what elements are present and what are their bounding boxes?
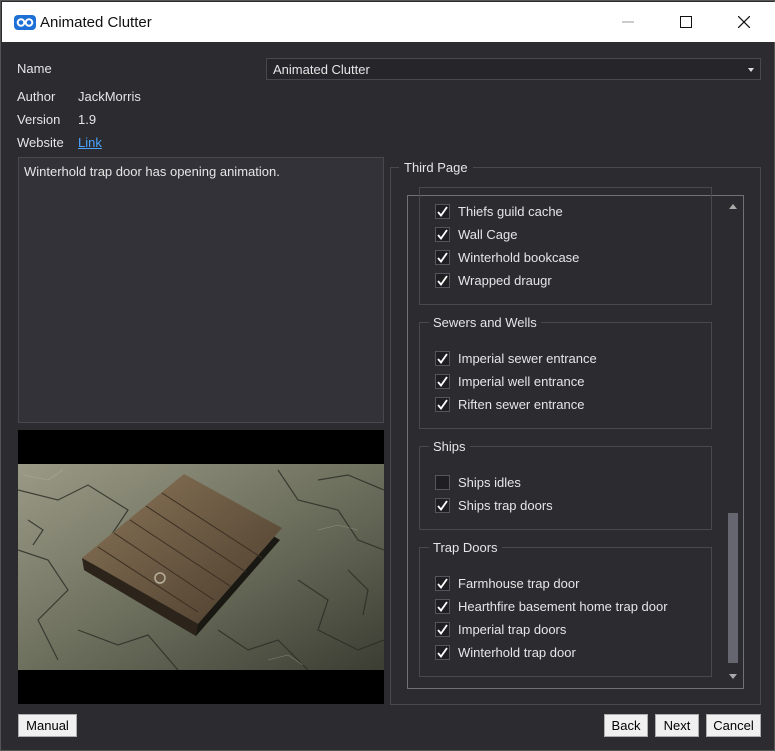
- checkmark-icon: [437, 251, 448, 263]
- vertical-scrollbar[interactable]: [724, 196, 743, 688]
- author-label: Author: [17, 89, 56, 104]
- option-label: Imperial well entrance: [458, 373, 585, 389]
- close-icon: [738, 16, 750, 28]
- description-text: Winterhold trap door has opening animati…: [24, 164, 280, 179]
- option-label: Ships trap doors: [458, 497, 553, 513]
- next-button[interactable]: Next: [655, 714, 699, 737]
- option-winterhold-trap-door[interactable]: Winterhold trap door: [435, 643, 576, 661]
- title-bar: Animated Clutter: [2, 2, 775, 42]
- trap-door-screenshot: [18, 464, 384, 704]
- name-label: Name: [17, 61, 52, 76]
- option-label: Farmhouse trap door: [458, 575, 580, 591]
- version-value: 1.9: [78, 112, 97, 127]
- group-title-ships: Ships: [429, 439, 470, 454]
- checkmark-icon: [437, 646, 448, 658]
- option-label: Imperial sewer entrance: [458, 350, 597, 366]
- option-imperial-sewer-entrance[interactable]: Imperial sewer entrance: [435, 349, 597, 367]
- option-imperial-trap-doors[interactable]: Imperial trap doors: [435, 620, 566, 638]
- checkmark-icon: [437, 228, 448, 240]
- option-label: Riften sewer entrance: [458, 396, 585, 412]
- author-value: JackMorris: [78, 89, 141, 104]
- checkmark-icon: [437, 274, 448, 286]
- back-button[interactable]: Back: [604, 714, 648, 737]
- option-label: Imperial trap doors: [458, 621, 567, 637]
- checkbox[interactable]: [435, 621, 450, 637]
- checkmark-icon: [437, 375, 448, 387]
- checkmark-icon: [437, 398, 448, 410]
- website-link[interactable]: Link: [78, 135, 102, 150]
- checkbox[interactable]: [435, 598, 450, 614]
- option-hearthfire-basement-trap-door[interactable]: Hearthfire basement home trap door: [435, 597, 668, 615]
- checkbox[interactable]: [435, 474, 450, 490]
- option-thiefs-guild-cache[interactable]: Thiefs guild cache: [435, 202, 563, 220]
- checkmark-icon: [437, 205, 448, 217]
- checkbox[interactable]: [435, 373, 450, 389]
- group-title-trap-doors: Trap Doors: [429, 540, 502, 555]
- manual-button[interactable]: Manual: [18, 714, 77, 737]
- scroll-down-icon[interactable]: [729, 674, 737, 679]
- website-label: Website: [17, 135, 64, 150]
- checkbox[interactable]: [435, 396, 450, 412]
- app-logo-icon: [14, 15, 36, 30]
- mod-name-select[interactable]: Animated Clutter: [266, 58, 761, 80]
- mod-name-value: Animated Clutter: [273, 62, 370, 77]
- checkbox[interactable]: [435, 350, 450, 366]
- checkbox[interactable]: [435, 497, 450, 513]
- option-label: Thiefs guild cache: [458, 203, 563, 219]
- version-label: Version: [17, 112, 61, 127]
- checkbox[interactable]: [435, 575, 450, 591]
- option-ships-idles[interactable]: Ships idles: [435, 473, 521, 491]
- maximize-icon: [680, 16, 692, 28]
- option-label: Winterhold bookcase: [458, 249, 580, 265]
- checkbox[interactable]: [435, 272, 450, 288]
- close-button[interactable]: [715, 2, 773, 42]
- option-riften-sewer-entrance[interactable]: Riften sewer entrance: [435, 395, 584, 413]
- checkbox[interactable]: [435, 644, 450, 660]
- option-label: Ships idles: [458, 474, 521, 490]
- window-title: Animated Clutter: [40, 14, 152, 31]
- option-wrapped-draugr[interactable]: Wrapped draugr: [435, 271, 552, 289]
- option-label: Hearthfire basement home trap door: [458, 598, 668, 614]
- page-title: Third Page: [399, 160, 473, 175]
- scroll-up-icon[interactable]: [729, 204, 737, 209]
- checkbox[interactable]: [435, 203, 450, 219]
- minimize-icon: [622, 21, 634, 23]
- option-label: Wrapped draugr: [458, 272, 552, 288]
- checkmark-icon: [437, 499, 448, 511]
- option-label: Wall Cage: [458, 226, 518, 242]
- chevron-down-icon: [748, 68, 754, 72]
- checkmark-icon: [437, 352, 448, 364]
- installer-window: Animated Clutter Name Animated Clutter A…: [0, 0, 775, 751]
- group-title-sewers: Sewers and Wells: [429, 315, 541, 330]
- scrollbar-thumb[interactable]: [728, 513, 738, 663]
- maximize-button[interactable]: [657, 2, 715, 42]
- option-ships-trap-doors[interactable]: Ships trap doors: [435, 496, 553, 514]
- option-wall-cage[interactable]: Wall Cage: [435, 225, 517, 243]
- checkmark-icon: [437, 577, 448, 589]
- option-farmhouse-trap-door[interactable]: Farmhouse trap door: [435, 574, 579, 592]
- preview-image: [18, 430, 384, 704]
- option-imperial-well-entrance[interactable]: Imperial well entrance: [435, 372, 584, 390]
- checkbox[interactable]: [435, 226, 450, 242]
- minimize-button[interactable]: [599, 2, 657, 42]
- checkmark-icon: [437, 623, 448, 635]
- description-box[interactable]: Winterhold trap door has opening animati…: [18, 157, 384, 423]
- cancel-button[interactable]: Cancel: [706, 714, 761, 737]
- checkmark-icon: [437, 600, 448, 612]
- option-label: Winterhold trap door: [458, 644, 576, 660]
- option-winterhold-bookcase[interactable]: Winterhold bookcase: [435, 248, 579, 266]
- checkbox[interactable]: [435, 249, 450, 265]
